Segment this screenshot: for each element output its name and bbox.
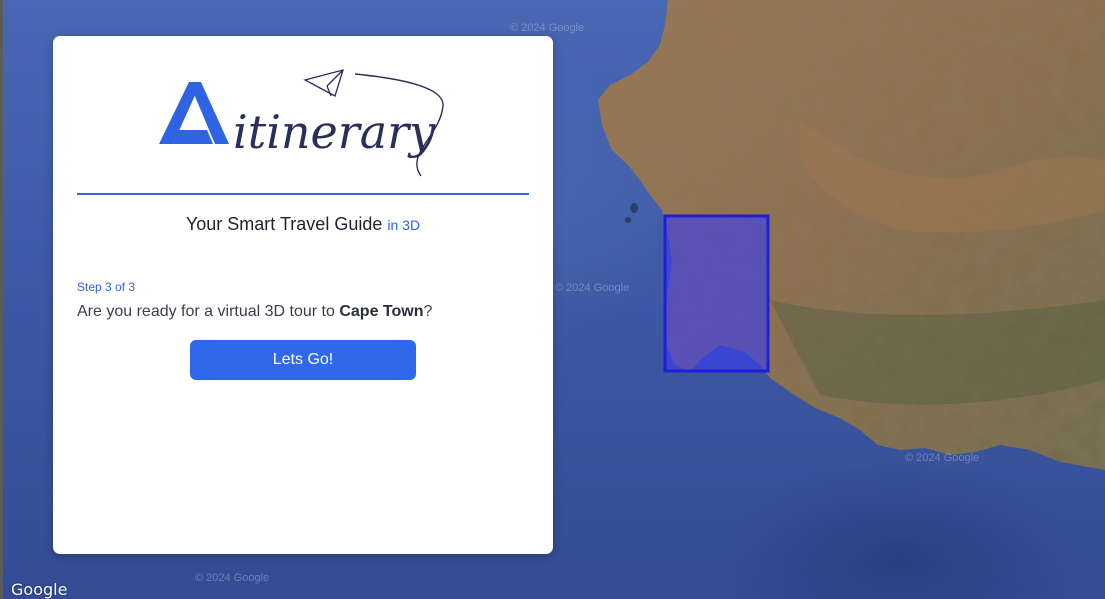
tour-wizard-card: itinerary Your Smart Travel Guide in 3D … (53, 36, 553, 554)
paper-plane-icon (303, 69, 344, 97)
cape-town-highlight (663, 214, 770, 373)
lets-go-button[interactable]: Lets Go! (190, 340, 416, 380)
map-watermark: © 2024 Google (555, 282, 630, 294)
logo-a-icon (159, 82, 229, 144)
tagline: Your Smart Travel Guide in 3D (53, 214, 553, 235)
tagline-main: Your Smart Travel Guide (185, 214, 383, 234)
map-watermark: © 2024 Google (905, 452, 980, 464)
logo-script-text: itinerary (233, 105, 436, 159)
header-divider (77, 193, 529, 195)
destination-name: Cape Town (339, 303, 424, 320)
map-edge (0, 0, 3, 599)
tour-question: Are you ready for a virtual 3D tour to C… (77, 303, 432, 321)
question-prefix: Are you ready for a virtual 3D tour to (77, 303, 340, 320)
map-watermark: © 2024 Google (510, 22, 585, 34)
question-suffix: ? (423, 303, 433, 320)
step-indicator: Step 3 of 3 (77, 280, 136, 294)
map-watermark: © 2024 Google (195, 572, 270, 584)
google-logo[interactable]: Google (11, 580, 67, 599)
tagline-accent: in 3D (387, 217, 421, 233)
